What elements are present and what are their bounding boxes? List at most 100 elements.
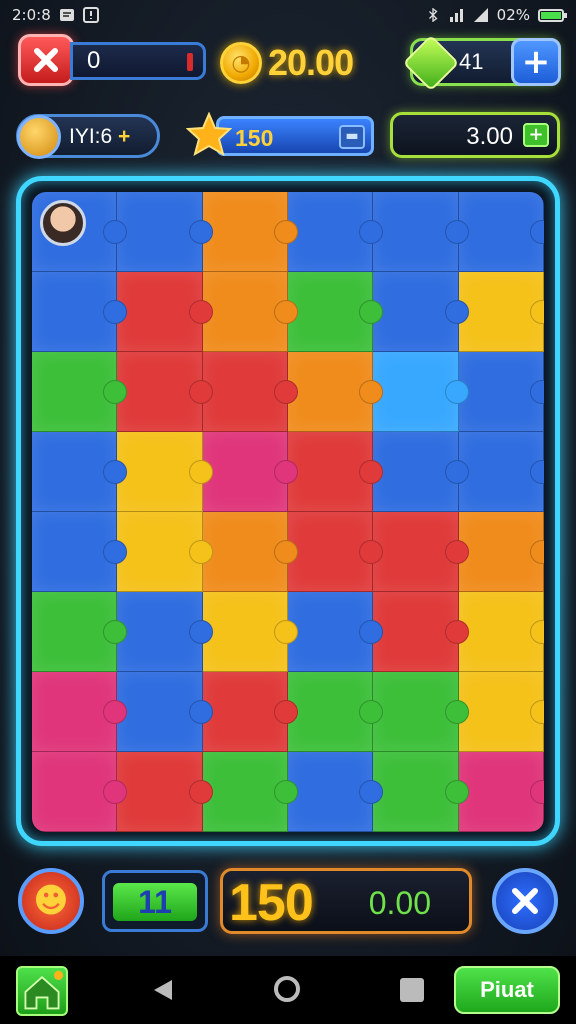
puzzle-piece[interactable] bbox=[373, 432, 459, 512]
puzzle-piece[interactable] bbox=[32, 352, 118, 432]
puzzle-piece[interactable] bbox=[202, 592, 288, 672]
star-minus-button[interactable]: ▬ bbox=[339, 125, 365, 149]
puzzle-piece[interactable] bbox=[202, 192, 288, 272]
battery-icon bbox=[538, 8, 567, 22]
star-counter: 150 ▬ bbox=[186, 112, 374, 158]
puzzle-piece[interactable] bbox=[458, 192, 544, 272]
star-value: 150 bbox=[235, 125, 274, 151]
wifi-signal-icon bbox=[449, 7, 465, 23]
nav-home-icon[interactable] bbox=[274, 976, 300, 1002]
puzzle-piece[interactable] bbox=[458, 512, 544, 592]
status-right: 02% bbox=[425, 6, 567, 24]
puzzle-piece[interactable] bbox=[32, 592, 118, 672]
play-button[interactable]: Piuat bbox=[454, 966, 560, 1014]
timer-display: 3.00 + bbox=[390, 112, 560, 158]
puzzle-piece[interactable] bbox=[117, 192, 203, 272]
score-sub-value: 0.00 bbox=[368, 885, 431, 921]
puzzle-piece[interactable] bbox=[373, 672, 459, 752]
add-time-button[interactable]: + bbox=[523, 123, 549, 147]
level-value: IYI:6 bbox=[69, 125, 113, 148]
alert-icon bbox=[82, 7, 99, 23]
message-icon bbox=[59, 7, 75, 23]
puzzle-piece[interactable] bbox=[117, 512, 203, 592]
puzzle-piece[interactable] bbox=[117, 352, 203, 432]
status-left: 2:0:8 bbox=[12, 6, 99, 24]
level-plus-icon: + bbox=[118, 125, 131, 148]
star-bar: 150 ▬ bbox=[216, 116, 374, 156]
puzzle-piece[interactable] bbox=[32, 672, 118, 752]
puzzle-piece[interactable] bbox=[32, 512, 118, 592]
clock: 2:0:8 bbox=[12, 6, 51, 24]
puzzle-piece[interactable] bbox=[373, 192, 459, 272]
puzzle-piece[interactable] bbox=[202, 512, 288, 592]
puzzle-piece[interactable] bbox=[117, 432, 203, 512]
puzzle-piece[interactable] bbox=[288, 272, 374, 352]
puzzle-piece[interactable] bbox=[288, 352, 374, 432]
home-button[interactable] bbox=[16, 966, 68, 1016]
back-icon[interactable] bbox=[152, 978, 174, 1002]
level-display[interactable]: IYI:6 + bbox=[16, 114, 160, 159]
puzzle-piece[interactable] bbox=[117, 752, 203, 832]
puzzle-piece[interactable] bbox=[288, 592, 374, 672]
battery-percent: 02% bbox=[496, 6, 530, 24]
exit-button[interactable] bbox=[18, 34, 74, 86]
puzzle-piece[interactable] bbox=[202, 672, 288, 752]
house-icon bbox=[24, 970, 64, 1010]
puzzle-piece[interactable] bbox=[373, 752, 459, 832]
puzzle-piece[interactable] bbox=[202, 272, 288, 352]
puzzle-piece[interactable] bbox=[32, 432, 118, 512]
puzzle-piece[interactable] bbox=[288, 512, 374, 592]
puzzle-piece[interactable] bbox=[32, 752, 118, 832]
star-icon bbox=[186, 112, 232, 157]
level-badge-icon bbox=[17, 115, 61, 159]
puzzle-piece[interactable] bbox=[373, 592, 459, 672]
puzzle-piece[interactable] bbox=[202, 352, 288, 432]
add-gems-button[interactable]: + bbox=[511, 38, 561, 86]
puzzle-piece[interactable] bbox=[373, 352, 459, 432]
score-value: 150 bbox=[229, 874, 314, 932]
second-hud: IYI:6 + 150 ▬ 3.00 + bbox=[0, 110, 576, 159]
recent-apps-icon[interactable] bbox=[400, 978, 424, 1002]
puzzle-piece[interactable] bbox=[458, 672, 544, 752]
close-icon bbox=[34, 48, 58, 72]
moves-counter: 11 bbox=[102, 870, 208, 932]
level-text: IYI:6 + bbox=[69, 125, 130, 149]
puzzle-piece[interactable] bbox=[458, 432, 544, 512]
puzzle-piece[interactable] bbox=[117, 272, 203, 352]
gem-counter: 41 + bbox=[402, 34, 561, 92]
smiley-icon: ☻ bbox=[33, 881, 69, 921]
score-panel: 150 0.00 bbox=[220, 868, 472, 934]
progress-display: 0 bbox=[70, 42, 206, 80]
puzzle-piece[interactable] bbox=[458, 752, 544, 832]
puzzle-piece[interactable] bbox=[458, 352, 544, 432]
bluetooth-icon bbox=[425, 7, 441, 23]
navigation-bar: Piuat bbox=[0, 956, 576, 1024]
gem-icon bbox=[402, 34, 460, 92]
puzzle-piece[interactable] bbox=[202, 432, 288, 512]
puzzle-piece[interactable] bbox=[458, 592, 544, 672]
puzzle-piece[interactable] bbox=[288, 672, 374, 752]
puzzle-piece[interactable] bbox=[458, 272, 544, 352]
close-icon bbox=[512, 888, 538, 914]
cancel-button[interactable] bbox=[492, 868, 558, 934]
moves-value: 11 bbox=[113, 883, 197, 921]
puzzle-piece[interactable] bbox=[117, 672, 203, 752]
bottom-hud: ☻ 11 150 0.00 bbox=[0, 868, 576, 938]
progress-bar-fill bbox=[187, 53, 193, 71]
puzzle-piece[interactable] bbox=[32, 272, 118, 352]
hint-button[interactable]: ☻ bbox=[18, 868, 84, 934]
coin-value: 20.00 bbox=[268, 42, 354, 83]
puzzle-piece[interactable] bbox=[373, 272, 459, 352]
cell-signal-icon bbox=[473, 7, 489, 23]
puzzle-piece[interactable] bbox=[373, 512, 459, 592]
top-hud: 0 ◔ 20.00 41 + bbox=[0, 34, 576, 92]
puzzle-piece[interactable] bbox=[288, 432, 374, 512]
puzzle-board[interactable] bbox=[32, 192, 544, 832]
puzzle-piece[interactable] bbox=[117, 592, 203, 672]
puzzle-piece[interactable] bbox=[288, 192, 374, 272]
puzzle-piece[interactable] bbox=[288, 752, 374, 832]
puzzle-piece[interactable] bbox=[202, 752, 288, 832]
coin-icon: ◔ bbox=[220, 42, 262, 84]
player-avatar[interactable] bbox=[40, 200, 86, 246]
progress-value: 0 bbox=[87, 47, 101, 74]
